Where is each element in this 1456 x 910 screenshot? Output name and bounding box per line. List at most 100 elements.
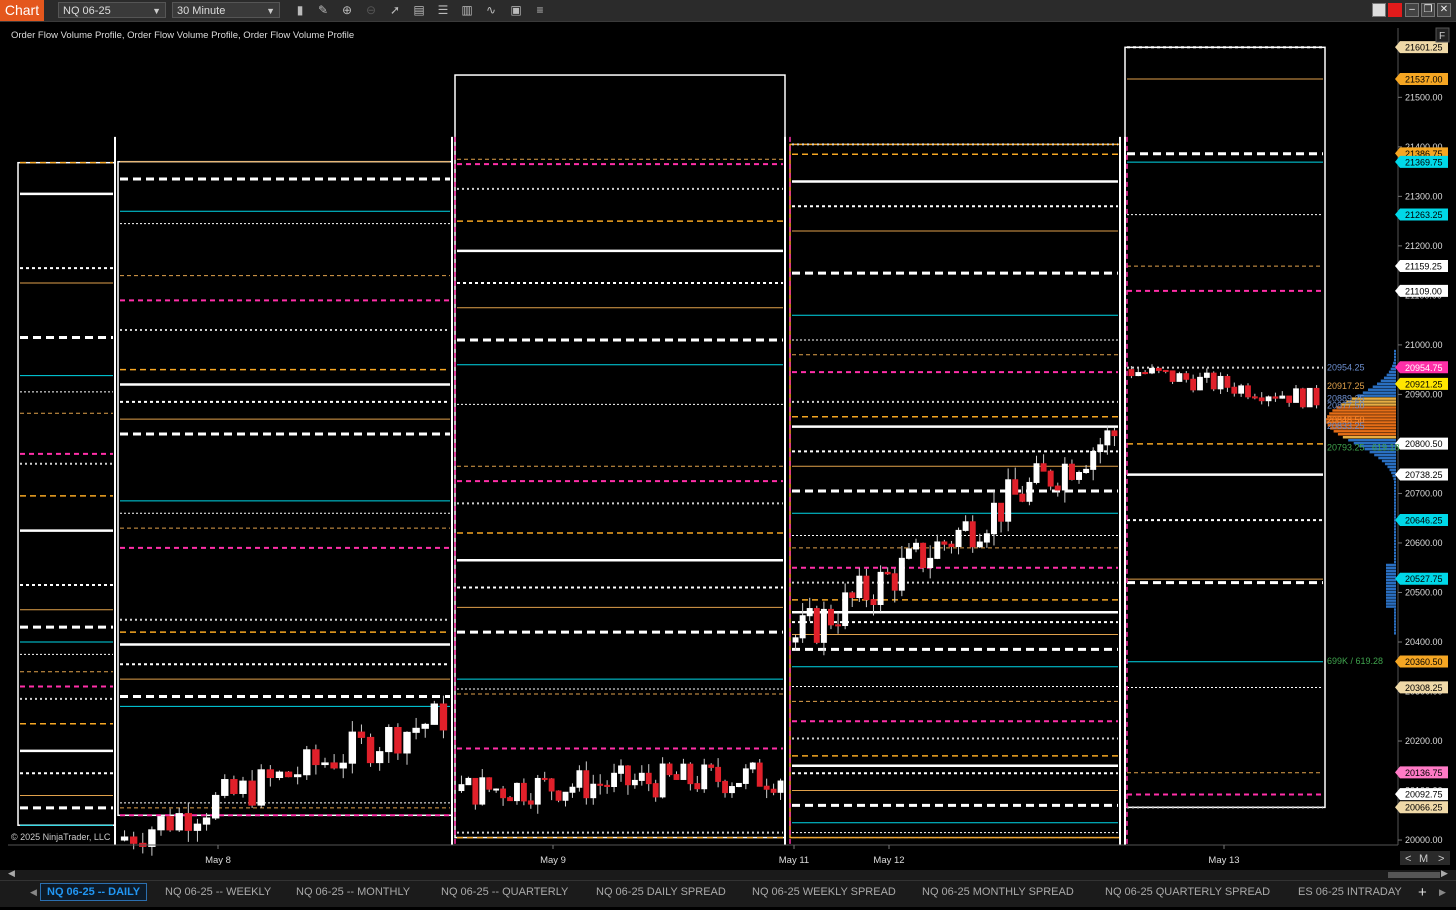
tab-nq-daily-spread[interactable]: NQ 06-25 DAILY SPREAD [596, 886, 726, 898]
candle-down [1040, 463, 1047, 472]
price-marker-label: 20136.75 [1405, 768, 1443, 778]
candle-down [1047, 470, 1054, 487]
strategy-icon[interactable]: ▥ [459, 2, 475, 18]
candle-up [479, 777, 486, 805]
vp-histogram-bar [1394, 352, 1396, 356]
price-marker: 20092.75 [1395, 788, 1448, 801]
candle-up [1061, 463, 1068, 491]
tab-nq-quarterly[interactable]: NQ 06-25 -- QUARTERLY [441, 886, 568, 898]
scroll-right-arrow-icon[interactable]: ▶ [1441, 868, 1448, 879]
vp-histogram-bar [1348, 438, 1396, 442]
vp-histogram-bar [1394, 554, 1396, 558]
vp-level-label: 20917.25 [1327, 381, 1365, 391]
properties-icon[interactable]: ☰ [435, 2, 451, 18]
template-icon[interactable]: ▣ [508, 2, 524, 18]
tab-nq-weekly-spread[interactable]: NQ 06-25 WEEKLY SPREAD [752, 886, 896, 898]
candle-up [905, 548, 912, 559]
candle-up [976, 541, 983, 548]
zoom-in-icon[interactable]: ⊕ [339, 2, 355, 18]
price-marker: 20308.25 [1395, 681, 1448, 694]
pointer-icon[interactable]: ➚ [387, 2, 403, 18]
vp-histogram-bar [1386, 587, 1396, 590]
price-tick-label: 20700.00 [1405, 488, 1443, 498]
color-swatch-icon[interactable] [1372, 3, 1386, 17]
vp-histogram-bar [1362, 391, 1396, 394]
scroll-menu-button[interactable]: M [1419, 853, 1428, 865]
candle-up [569, 786, 576, 793]
horizontal-scrollbar[interactable]: ◀ ▶ [0, 868, 1456, 880]
interval-value: 30 Minute [177, 5, 226, 17]
scrollbar-thumb[interactable] [1388, 872, 1440, 878]
candle-down [527, 800, 534, 805]
candle-down [330, 762, 338, 769]
add-tab-button[interactable]: + [1418, 884, 1427, 901]
minimize-icon[interactable]: – [1405, 3, 1419, 17]
price-tick-label: 20000.00 [1405, 835, 1443, 845]
candle-down [969, 521, 976, 548]
maximize-icon[interactable]: ❐ [1421, 3, 1435, 17]
candle-up [1217, 375, 1224, 390]
price-chart[interactable]: 20000.0020100.0020200.0020300.0020400.00… [0, 22, 1456, 870]
tab-scroll-left-icon[interactable]: ◀ [30, 887, 37, 898]
candle-up [729, 786, 735, 794]
price-marker-label: 21159.25 [1405, 262, 1442, 272]
candle-up [1104, 430, 1111, 446]
vp-histogram-bar [1394, 537, 1396, 540]
price-tick-label: 21300.00 [1405, 191, 1443, 201]
candle-down [1245, 385, 1251, 398]
candle-up [211, 794, 220, 819]
draw-icon[interactable]: ✎ [315, 2, 331, 18]
price-marker-label: 21369.75 [1405, 157, 1443, 167]
vp-histogram-bar [1389, 468, 1396, 472]
price-marker-label: 20800.50 [1405, 439, 1443, 449]
scroll-right-button[interactable]: > [1438, 853, 1444, 865]
tab-scroll-right-icon[interactable]: ▶ [1439, 887, 1446, 898]
candle-down [687, 763, 694, 785]
candle-up [1033, 463, 1040, 483]
vp-histogram-bar [1394, 557, 1396, 561]
candle-down [998, 502, 1005, 522]
price-marker: 20527.75 [1395, 572, 1448, 585]
close-icon[interactable]: ✕ [1437, 3, 1451, 17]
candle-down [1155, 367, 1162, 371]
scroll-left-arrow-icon[interactable]: ◀ [8, 868, 15, 879]
interval-selector[interactable]: 30 Minute ▼ [172, 2, 280, 18]
scroll-left-button[interactable]: < [1405, 853, 1411, 865]
scroll-controls[interactable]: < M > [1400, 851, 1450, 865]
zoom-out-icon[interactable]: ⊖ [363, 2, 379, 18]
candle-down [230, 779, 238, 794]
vp-histogram-bar [1386, 593, 1396, 596]
vp-histogram-bar [1393, 358, 1396, 362]
candle-down [770, 788, 777, 793]
candle-up [321, 762, 329, 766]
tab-es-intraday[interactable]: ES 06-25 INTRADAY [1298, 886, 1402, 898]
price-marker-label: 20308.25 [1405, 683, 1443, 693]
vp-histogram-bar [1394, 522, 1396, 525]
vp-histogram-bar [1394, 534, 1396, 537]
tab-nq-quarterly-spread[interactable]: NQ 06-25 QUARTERLY SPREAD [1105, 886, 1270, 898]
candle-down [1258, 397, 1265, 402]
tab-nq-monthly-spread[interactable]: NQ 06-25 MONTHLY SPREAD [922, 886, 1074, 898]
vp-histogram-bar [1394, 629, 1396, 632]
instrument-selector[interactable]: NQ 06-25 ▼ [58, 2, 166, 18]
price-tick-label: 20400.00 [1405, 637, 1443, 647]
candle-up [1176, 373, 1183, 382]
list-icon[interactable]: ≡ [532, 2, 548, 18]
chevron-down-icon: ▼ [266, 6, 275, 16]
price-marker-label: 20360.50 [1405, 657, 1443, 667]
tab-nq-monthly[interactable]: NQ 06-25 -- MONTHLY [296, 886, 410, 898]
candle-down [673, 774, 680, 780]
bar-type-icon[interactable]: ▮ [292, 2, 308, 18]
candle-up [1149, 367, 1155, 374]
link-color-icon[interactable] [1388, 3, 1402, 17]
vp-histogram-bar [1394, 551, 1396, 555]
data-box-icon[interactable]: ▤ [411, 2, 427, 18]
tab-nq-weekly[interactable]: NQ 06-25 -- WEEKLY [165, 886, 271, 898]
f-button[interactable]: F [1435, 27, 1450, 43]
vp-histogram-bar [1342, 436, 1396, 439]
candle-up [385, 726, 393, 753]
tab-nq-daily[interactable]: NQ 06-25 -- DAILY [40, 883, 148, 901]
candle-up [631, 779, 638, 786]
candle-up [403, 731, 411, 754]
indicator-icon[interactable]: ∿ [483, 2, 499, 18]
